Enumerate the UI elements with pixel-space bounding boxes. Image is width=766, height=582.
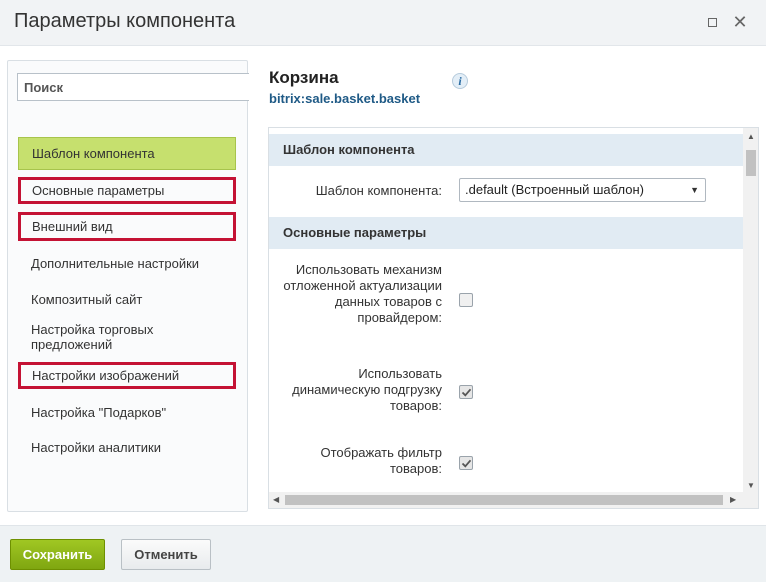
checkbox-filter[interactable] (459, 456, 473, 470)
save-button[interactable]: Сохранить (10, 539, 105, 570)
chevron-down-icon: ▼ (690, 185, 699, 195)
field-label-dynamic-load: Использовать динамическую подгрузку това… (292, 366, 442, 413)
sidebar-item-analytics[interactable]: Настройки аналитики (18, 437, 236, 457)
sidebar-item-label: Шаблон компонента (32, 146, 155, 161)
checkbox-deferred[interactable] (459, 293, 473, 307)
dialog-title: Параметры компонента (14, 10, 236, 32)
template-select-value: .default (Встроенный шаблон) (465, 182, 644, 197)
maximize-icon[interactable] (704, 14, 720, 30)
sidebar-item-label: Настройки изображений (32, 368, 180, 383)
scroll-down-icon[interactable]: ▼ (747, 481, 755, 490)
scroll-thumb[interactable] (285, 495, 723, 505)
checkmark-icon (461, 388, 472, 397)
section-header-template: Шаблон компонента (269, 134, 743, 166)
sidebar-item-appearance[interactable]: Внешний вид (18, 212, 236, 241)
close-icon[interactable]: ✕ (732, 13, 748, 31)
horizontal-scrollbar[interactable]: ◀ ▶ (269, 492, 758, 508)
dialog-footer: Сохранить Отменить (0, 525, 766, 582)
scroll-left-icon[interactable]: ◀ (273, 495, 279, 504)
sidebar-item-offers[interactable]: Настройка торговых предложений (18, 320, 178, 354)
scroll-thumb[interactable] (746, 150, 756, 176)
template-select[interactable]: .default (Встроенный шаблон) ▼ (459, 178, 706, 202)
scroll-right-icon[interactable]: ▶ (730, 495, 736, 504)
sidebar-item-label: Настройки аналитики (31, 439, 162, 455)
params-panel: Шаблон компонента Шаблон компонента: .de… (268, 127, 759, 509)
sidebar-item-additional[interactable]: Дополнительные настройки (18, 253, 236, 273)
sidebar-item-composite[interactable]: Композитный сайт (18, 289, 236, 309)
sidebar-item-main-params[interactable]: Основные параметры (18, 177, 236, 204)
component-name: Корзина (269, 68, 339, 87)
info-icon[interactable]: i (452, 73, 468, 89)
vertical-scrollbar[interactable]: ▲ ▼ (743, 128, 758, 492)
scroll-up-icon[interactable]: ▲ (747, 132, 755, 141)
search-input[interactable] (17, 73, 249, 101)
sidebar-item-template[interactable]: Шаблон компонента (18, 137, 236, 170)
sidebar-item-label: Внешний вид (32, 219, 113, 234)
sidebar-item-label: Дополнительные настройки (31, 255, 200, 271)
sidebar-item-label: Композитный сайт (31, 291, 143, 307)
checkbox-dynamic-load[interactable] (459, 385, 473, 399)
cancel-button[interactable]: Отменить (121, 539, 211, 570)
sidebar-item-label: Настройка торговых предложений (31, 322, 154, 352)
template-field-label: Шаблон компонента: (315, 183, 442, 198)
section-header-main: Основные параметры (269, 217, 743, 249)
field-label-filter: Отображать фильтр товаров: (320, 445, 442, 476)
dialog-titlebar: Параметры компонента ✕ (0, 0, 766, 46)
sidebar-item-label: Настройка "Подарков" (31, 404, 167, 420)
sidebar: Шаблон компонента Основные параметры Вне… (7, 60, 249, 512)
sidebar-item-gifts[interactable]: Настройка "Подарков" (18, 402, 236, 422)
field-label-deferred: Использовать механизм отложенной актуали… (283, 262, 442, 325)
checkmark-icon (461, 459, 472, 468)
component-code: bitrix:sale.basket.basket (269, 91, 421, 106)
sidebar-item-label: Основные параметры (32, 183, 165, 198)
sidebar-item-images[interactable]: Настройки изображений (18, 362, 236, 389)
